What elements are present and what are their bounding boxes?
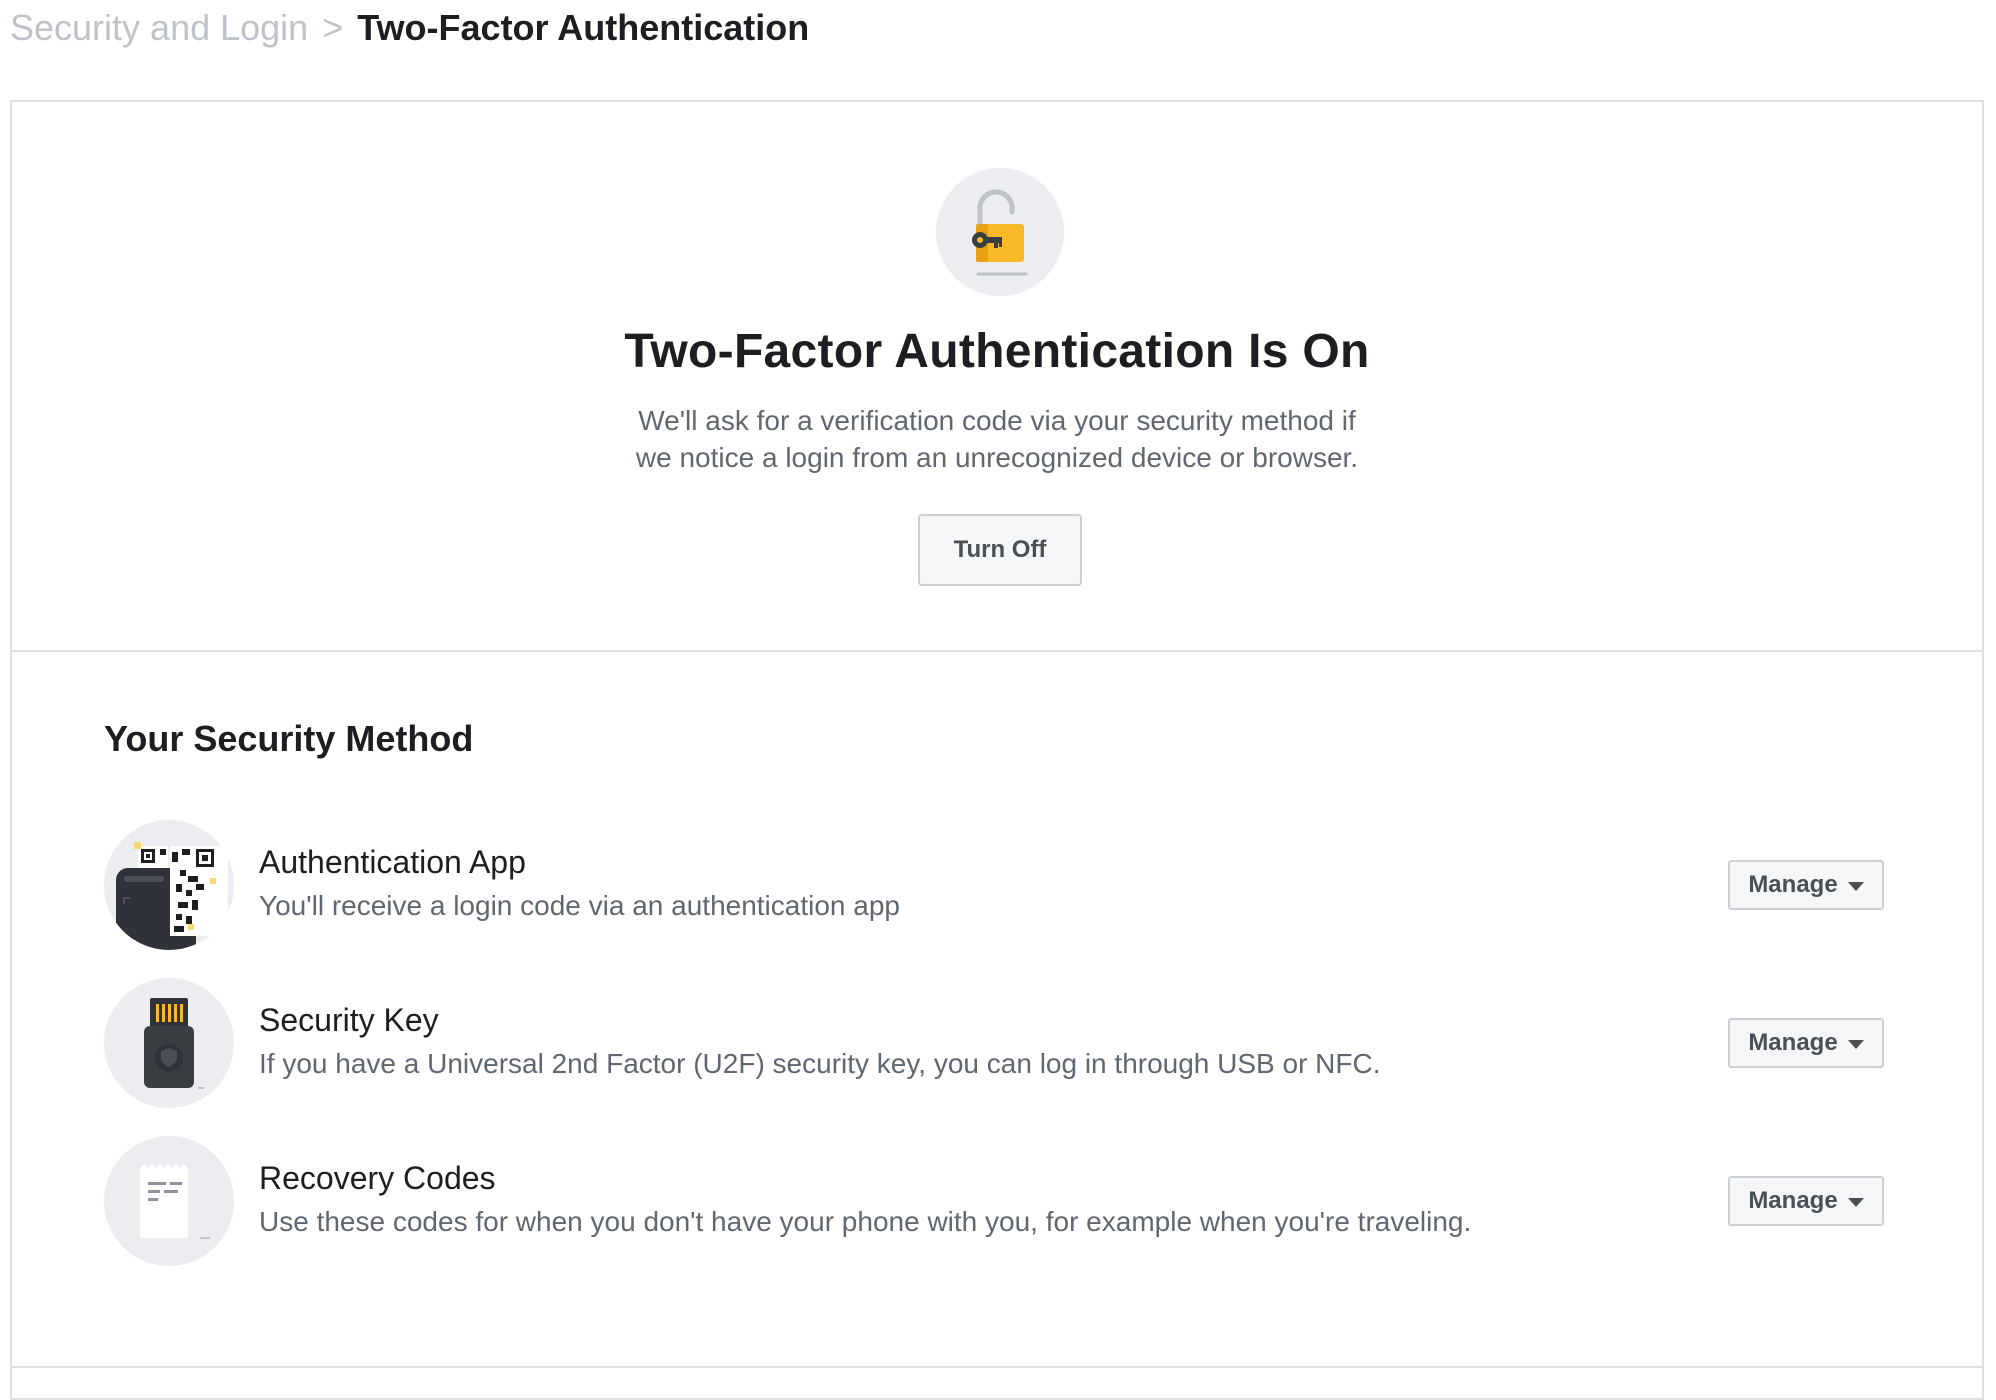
- manage-security-key-button[interactable]: Manage: [1728, 1018, 1884, 1068]
- section-divider: [12, 1366, 1982, 1368]
- method-description: Use these codes for when you don't have …: [259, 1206, 1472, 1237]
- breadcrumb: Security and Login > Two-Factor Authenti…: [10, 4, 809, 52]
- manage-button-label: Manage: [1748, 1187, 1838, 1214]
- caret-down-icon: [1847, 1197, 1864, 1207]
- status-description-line: We'll ask for a verification code via yo…: [638, 405, 1356, 436]
- manage-button-label: Manage: [1748, 871, 1838, 898]
- manage-recovery-codes-button[interactable]: Manage: [1728, 1176, 1884, 1226]
- authentication-app-qr-icon: [104, 820, 234, 950]
- status-description-line: we notice a login from an unrecognized d…: [635, 442, 1359, 473]
- method-name: Security Key: [259, 1002, 439, 1038]
- status-heading: Two-Factor Authentication Is On: [624, 325, 1370, 378]
- manage-authentication-app-button[interactable]: Manage: [1728, 860, 1884, 910]
- method-name: Authentication App: [259, 844, 526, 880]
- recovery-codes-paper-icon: [104, 1136, 234, 1266]
- method-row-authentication-app: Authentication App You'll receive a logi…: [104, 820, 1894, 950]
- two-factor-status-section: Two-Factor Authentication Is On We'll as…: [12, 102, 1982, 652]
- security-methods-heading: Your Security Method: [104, 718, 474, 759]
- caret-down-icon: [1847, 881, 1864, 891]
- method-description: If you have a Universal 2nd Factor (U2F)…: [259, 1048, 1381, 1079]
- manage-button-label: Manage: [1748, 1029, 1838, 1056]
- breadcrumb-separator: >: [322, 7, 344, 48]
- unlocked-padlock-key-icon: [936, 168, 1064, 296]
- method-row-security-key: Security Key If you have a Universal 2nd…: [104, 978, 1894, 1108]
- breadcrumb-link-security-and-login[interactable]: Security and Login: [10, 7, 308, 49]
- two-factor-panel: Two-Factor Authentication Is On We'll as…: [10, 100, 1984, 1400]
- caret-down-icon: [1847, 1039, 1864, 1049]
- method-name: Recovery Codes: [259, 1160, 496, 1196]
- turn-off-button[interactable]: Turn Off: [918, 514, 1082, 586]
- status-description: We'll ask for a verification code via yo…: [12, 402, 1982, 476]
- method-description: You'll receive a login code via an authe…: [259, 890, 900, 921]
- method-row-recovery-codes: Recovery Codes Use these codes for when …: [104, 1136, 1894, 1266]
- usb-security-key-icon: [104, 978, 234, 1108]
- page-title: Two-Factor Authentication: [357, 7, 810, 48]
